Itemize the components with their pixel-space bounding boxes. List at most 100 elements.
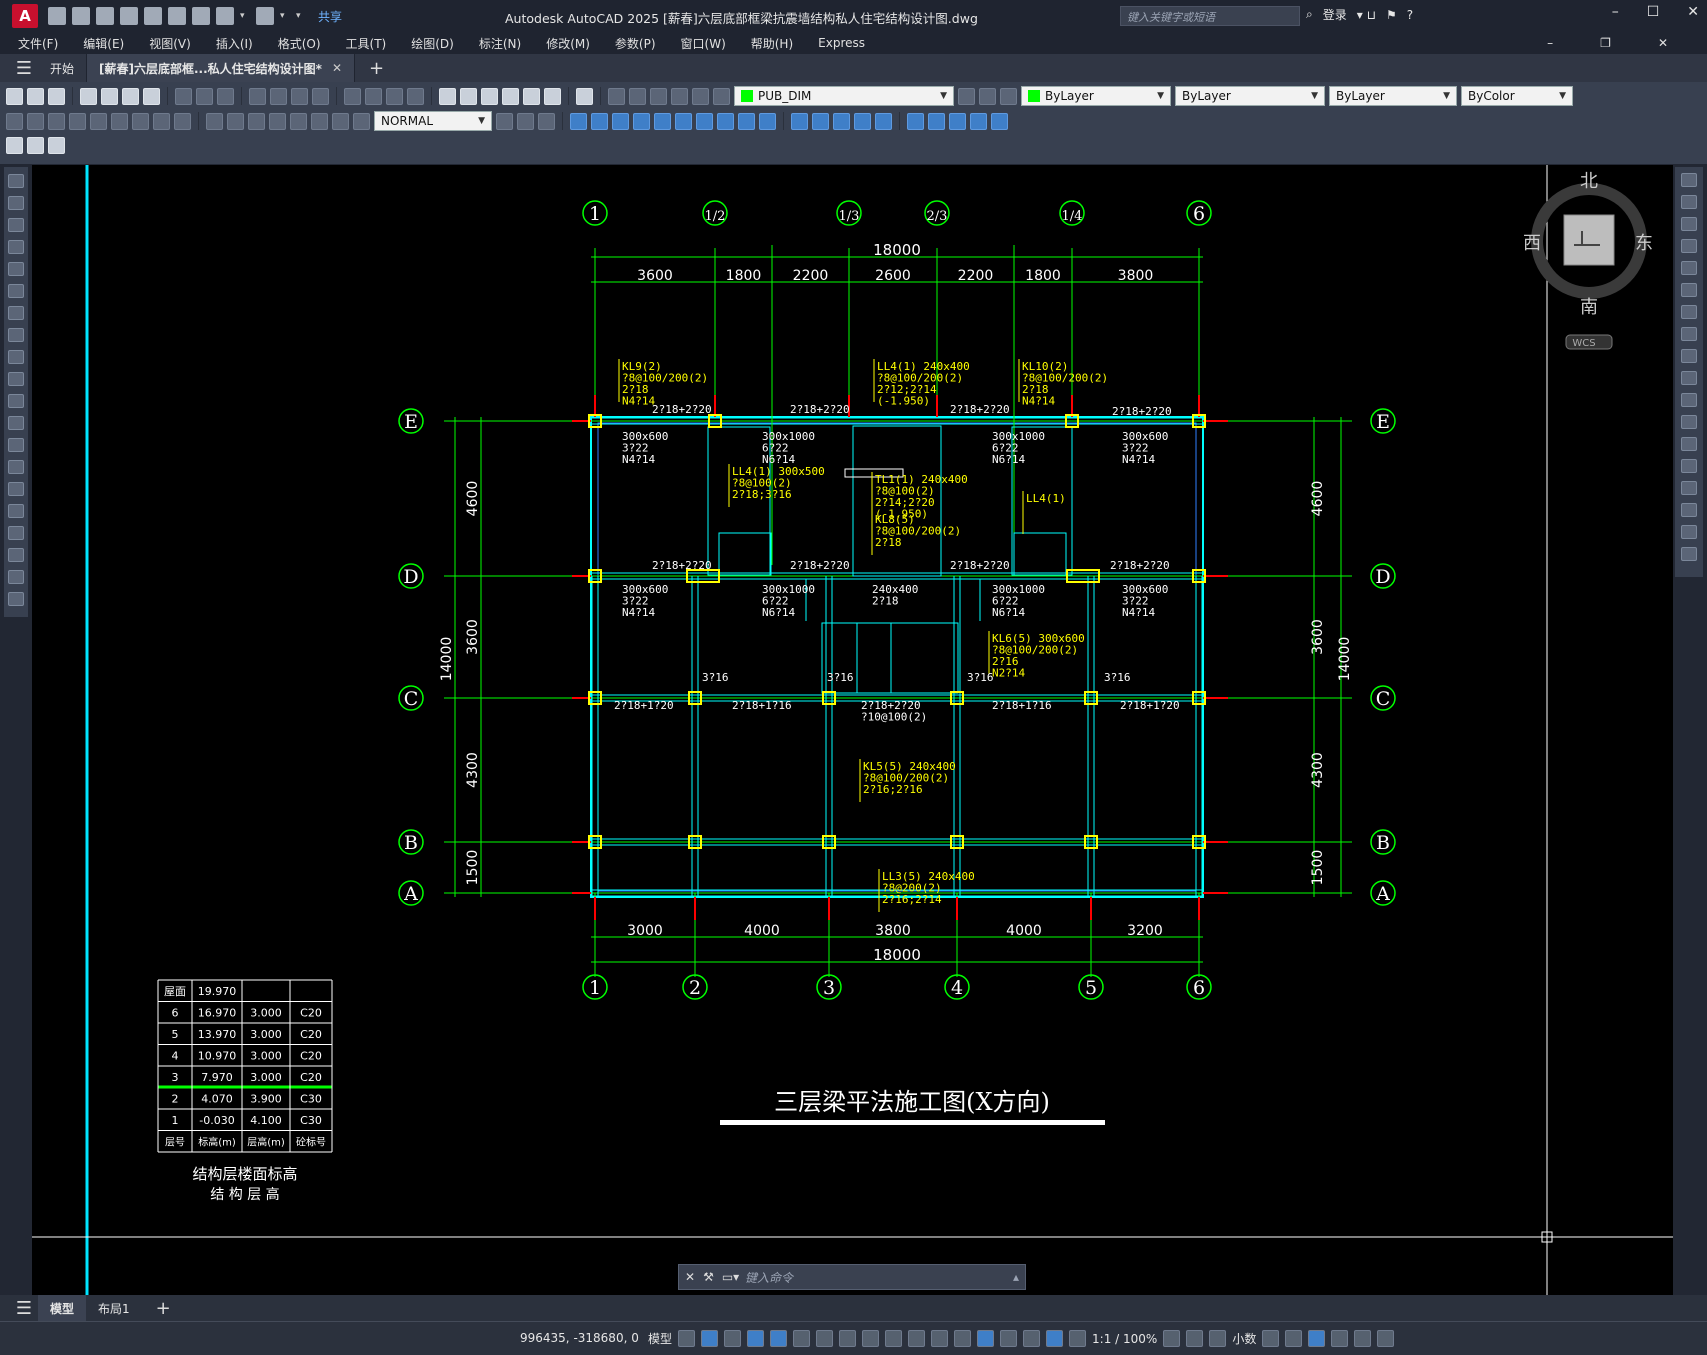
dim-tool-icon-3[interactable]: [69, 112, 86, 130]
mirror-icon[interactable]: [1681, 217, 1697, 231]
props-tool-icon-0[interactable]: [439, 87, 456, 105]
edit-tool-icon-2[interactable]: [217, 87, 234, 105]
command-expand-icon[interactable]: ▴: [1013, 1270, 1025, 1284]
trim-icon[interactable]: [1681, 371, 1697, 385]
login-button[interactable]: 登录: [1323, 6, 1347, 23]
layer-tools-tool-icon-0[interactable]: [958, 87, 975, 105]
inquiry-tool-icon-2[interactable]: [833, 112, 850, 130]
region-icon[interactable]: [8, 526, 24, 540]
dim2-tool-icon-6[interactable]: [332, 112, 349, 130]
block-tool-icon-1[interactable]: [591, 112, 608, 130]
break-icon[interactable]: [1681, 437, 1697, 451]
clean-screen-icon[interactable]: [1354, 1330, 1372, 1347]
plotstyle-dropdown[interactable]: ByColor ▼: [1461, 86, 1573, 106]
props-tool-icon-1[interactable]: [460, 87, 477, 105]
open-file-icon[interactable]: [72, 7, 90, 25]
object-snap-tracking-icon[interactable]: [839, 1330, 857, 1347]
help-tool-icon-0[interactable]: [576, 87, 593, 105]
circle-icon[interactable]: [8, 306, 24, 320]
selection-cycling-icon[interactable]: [931, 1330, 949, 1347]
file-tool-icon-2[interactable]: [48, 87, 65, 105]
command-line[interactable]: ✕ ⚒ ▭▾ 键入命令 ▴: [678, 1264, 1026, 1290]
rotate-icon[interactable]: [1681, 305, 1697, 319]
share-button[interactable]: 共享: [318, 8, 342, 25]
polar-icon[interactable]: [793, 1330, 811, 1347]
fillet-icon[interactable]: [1681, 503, 1697, 517]
revcloud-icon[interactable]: [8, 328, 24, 342]
doc-close-icon[interactable]: ✕: [1658, 36, 1668, 50]
ucs-tool-icon-0[interactable]: [907, 112, 924, 130]
dynamic-input-icon[interactable]: [747, 1330, 765, 1347]
cad-drawing[interactable]: 1 1/2 1/3 2/3 1/4 6 1 2 3 4 5 6 E E D D C C B B A A 18000 3600 1…: [32, 165, 1673, 1295]
block-tool-icon-8[interactable]: [738, 112, 755, 130]
move-icon[interactable]: [1681, 283, 1697, 297]
file-tabs-menu-icon[interactable]: ☰: [10, 58, 38, 79]
lock-ui-icon[interactable]: [1285, 1330, 1303, 1347]
extra-tool-icon-0[interactable]: [6, 137, 23, 154]
drawing-canvas[interactable]: 1 1/2 1/3 2/3 1/4 6 1 2 3 4 5 6 E E D D C C B B A A 18000 3600 1…: [32, 165, 1673, 1295]
undo-tool-icon-2[interactable]: [291, 87, 308, 105]
dim2-tool-icon-0[interactable]: [206, 112, 223, 130]
menu-item-1[interactable]: 编辑(E): [83, 35, 124, 52]
menu-item-10[interactable]: 窗口(W): [681, 35, 726, 52]
print-tool-icon-3[interactable]: [143, 87, 160, 105]
search-icon[interactable]: ⌕: [1306, 7, 1313, 22]
array-icon[interactable]: [1681, 261, 1697, 275]
menu-item-11[interactable]: 帮助(H): [751, 35, 793, 52]
pline-icon[interactable]: [8, 218, 24, 232]
open-web-icon[interactable]: [144, 7, 162, 25]
layer-tool-icon-1[interactable]: [629, 87, 646, 105]
autocad-logo[interactable]: A: [12, 4, 38, 28]
redo-icon[interactable]: [256, 7, 274, 25]
ellipse-icon[interactable]: [8, 372, 24, 386]
block-tool-icon-4[interactable]: [654, 112, 671, 130]
inquiry-tool-icon-4[interactable]: [875, 112, 892, 130]
dim2-tool-icon-3[interactable]: [269, 112, 286, 130]
dim-tool-icon-1[interactable]: [27, 112, 44, 130]
dimstyle-tools-tool-icon-0[interactable]: [496, 112, 513, 130]
dimstyle-tools-tool-icon-1[interactable]: [517, 112, 534, 130]
undo-icon[interactable]: [216, 7, 234, 25]
dynamic-ucs-icon[interactable]: [977, 1330, 995, 1347]
layer-tool-icon-2[interactable]: [650, 87, 667, 105]
layer-dropdown[interactable]: PUB_DIM ▼: [734, 86, 954, 106]
erase-icon[interactable]: [1681, 173, 1697, 187]
dim2-tool-icon-4[interactable]: [290, 112, 307, 130]
ucs-tool-icon-1[interactable]: [928, 112, 945, 130]
menu-item-0[interactable]: 文件(F): [18, 35, 58, 52]
dim2-tool-icon-5[interactable]: [311, 112, 328, 130]
block-tool-icon-6[interactable]: [696, 112, 713, 130]
graphics-performance-icon[interactable]: [1331, 1330, 1349, 1347]
quick-properties-icon[interactable]: [1262, 1330, 1280, 1347]
dimstyle-dropdown[interactable]: NORMAL ▼: [374, 111, 492, 131]
insert-icon[interactable]: [8, 416, 24, 430]
undo-tool-icon-0[interactable]: [249, 87, 266, 105]
menu-item-3[interactable]: 插入(I): [216, 35, 253, 52]
props-tool-icon-2[interactable]: [481, 87, 498, 105]
layer-tool-icon-5[interactable]: [713, 87, 730, 105]
point-icon[interactable]: [8, 460, 24, 474]
hatch-icon[interactable]: [8, 482, 24, 496]
model-space-button[interactable]: 模型: [648, 1330, 672, 1347]
pan-tool-icon-1[interactable]: [365, 87, 382, 105]
tab-model[interactable]: 模型: [38, 1295, 87, 1321]
search-input[interactable]: 键入关键字或短语: [1120, 6, 1300, 26]
dim2-tool-icon-7[interactable]: [353, 112, 370, 130]
menu-item-6[interactable]: 绘图(D): [411, 35, 454, 52]
add-selected-icon[interactable]: [8, 592, 24, 606]
dim2-tool-icon-1[interactable]: [227, 112, 244, 130]
join-icon[interactable]: [1681, 459, 1697, 473]
object-snap-icon[interactable]: [862, 1330, 880, 1347]
file-tool-icon-0[interactable]: [6, 87, 23, 105]
scale-icon[interactable]: [1681, 327, 1697, 341]
3d-osnap-icon[interactable]: [954, 1330, 972, 1347]
xline-icon[interactable]: [8, 196, 24, 210]
rectangle-icon[interactable]: [8, 262, 24, 276]
layer-tools-tool-icon-2[interactable]: [1000, 87, 1017, 105]
annotation-visibility-icon[interactable]: [1046, 1330, 1064, 1347]
menu-item-2[interactable]: 视图(V): [149, 35, 191, 52]
block-tool-icon-2[interactable]: [612, 112, 629, 130]
menu-item-9[interactable]: 参数(P): [615, 35, 656, 52]
grid-icon[interactable]: [678, 1330, 696, 1347]
gizmo-icon[interactable]: [1023, 1330, 1041, 1347]
